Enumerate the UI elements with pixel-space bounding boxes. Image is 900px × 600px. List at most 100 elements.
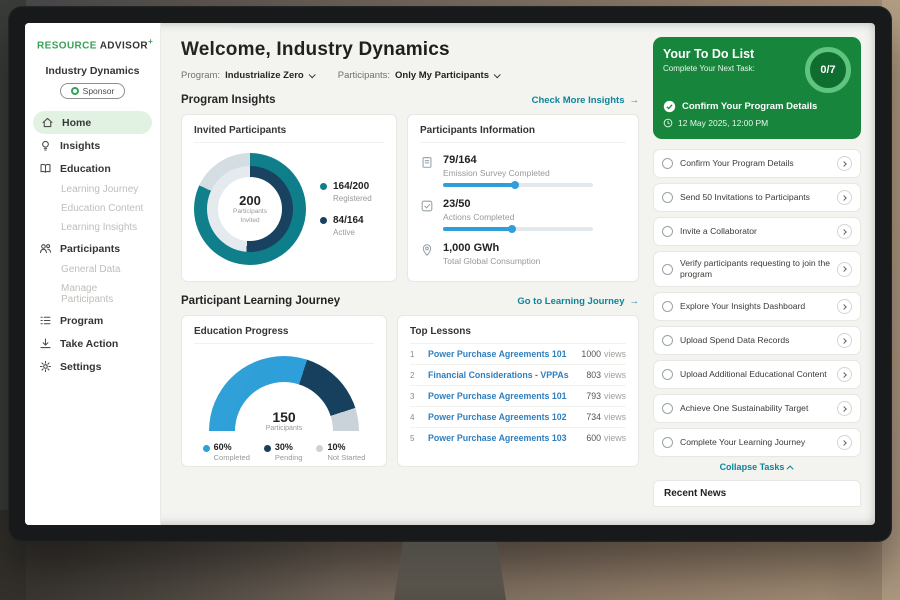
task-chevron-button[interactable] [837,156,852,171]
task-chevron-button[interactable] [837,333,852,348]
sidebar-item-manage-participants[interactable]: Manage Participants [25,279,160,309]
main-content: Welcome, Industry Dynamics Program: Indu… [161,23,651,525]
task-checkbox[interactable] [662,335,673,346]
gauge-legend: 60% Completed 30% Pending 10% Not Starte… [203,442,366,462]
sidebar-item-settings[interactable]: Settings [25,355,160,378]
sidebar-item-education-content[interactable]: Education Content [25,199,160,218]
clock-icon [663,118,673,128]
sidebar-item-insights[interactable]: Insights [25,134,160,157]
brand-secondary: ADVISOR [100,40,148,51]
legend-item-active: 84/164 Active [320,215,372,237]
dashboard-screen: RESOURCE ADVISOR+ Industry Dynamics Spon… [25,23,875,525]
sponsor-icon [71,87,79,95]
task-checkbox[interactable] [662,226,673,237]
collapse-tasks-link[interactable]: Collapse Tasks [653,462,861,472]
lesson-row: 3 Power Purchase Agreements 101 793views [410,386,626,407]
gear-icon [39,360,52,373]
lesson-link[interactable]: Power Purchase Agreements 103 [428,433,579,443]
legend-dot [264,445,271,452]
lesson-row: 1 Power Purchase Agreements 101 1000view… [410,344,626,365]
todo-summary-card: Your To Do List Complete Your Next Task:… [653,37,861,139]
sidebar: RESOURCE ADVISOR+ Industry Dynamics Spon… [25,23,161,525]
task-chevron-button[interactable] [837,401,852,416]
todo-next-task[interactable]: Confirm Your Program Details [663,100,851,113]
chevron-down-icon [308,71,315,78]
task-row-send-invitations[interactable]: Send 50 Invitations to Participants [653,183,861,212]
legend-item-pending: 30% Pending [264,442,303,462]
card-title: Participants Information [420,125,626,143]
sponsor-label: Sponsor [83,86,115,96]
sidebar-item-participants[interactable]: Participants [25,237,160,260]
sidebar-item-learning-insights[interactable]: Learning Insights [25,218,160,237]
legend-item-not-started: 10% Not Started [316,442,365,462]
section-title: Participant Learning Journey [181,295,340,307]
lesson-link[interactable]: Power Purchase Agreements 101 [428,391,579,401]
card-title: Education Progress [194,326,374,344]
chevron-right-icon [841,406,847,412]
participants-select[interactable]: Only My Participants [395,70,499,81]
legend-item-completed: 60% Completed [203,442,250,462]
task-checkbox[interactable] [662,192,673,203]
check-more-insights-link[interactable]: Check More Insights → [532,95,639,106]
task-row-complete-learning-journey[interactable]: Complete Your Learning Journey [653,428,861,457]
recent-news-header: Recent News [653,480,861,507]
lesson-link[interactable]: Financial Considerations - VPPAs [428,370,579,380]
task-chevron-button[interactable] [837,435,852,450]
task-checkbox[interactable] [662,369,673,380]
legend-dot [320,183,327,190]
legend-item-registered: 164/200 Registered [320,181,372,203]
brand-logo: RESOURCE ADVISOR+ [25,35,160,53]
education-progress-card: Education Progress 150 Participants 60% [181,315,387,467]
task-chevron-button[interactable] [837,190,852,205]
learning-journey-cards: Education Progress 150 Participants 60% [181,315,639,467]
chevron-right-icon [841,266,847,272]
sidebar-item-education[interactable]: Education [25,157,160,180]
invited-participants-card: Invited Participants 200 Participants In… [181,114,397,282]
task-checkbox[interactable] [662,301,673,312]
task-row-invite-collaborator[interactable]: Invite a Collaborator [653,217,861,246]
education-progress-gauge-chart: 150 Participants [209,356,359,432]
program-select[interactable]: Industrialize Zero [225,70,314,81]
lesson-link[interactable]: Power Purchase Agreements 102 [428,412,579,422]
sidebar-item-program[interactable]: Program [25,309,160,332]
sidebar-item-home[interactable]: Home [33,111,152,134]
people-icon [39,242,52,255]
task-chevron-button[interactable] [837,262,852,277]
sidebar-nav: Home Insights Education Learning Journey… [25,111,160,378]
download-icon [39,337,52,350]
task-checkbox[interactable] [662,403,673,414]
card-title: Top Lessons [410,326,626,344]
task-row-upload-spend-data[interactable]: Upload Spend Data Records [653,326,861,355]
section-title: Program Insights [181,94,276,106]
sidebar-item-learning-journey[interactable]: Learning Journey [25,180,160,199]
donut-center-value: 200 [239,193,261,208]
todo-title: Your To Do List [663,47,755,61]
chevron-down-icon [494,71,501,78]
task-chevron-button[interactable] [837,299,852,314]
task-row-achieve-sustainability-target[interactable]: Achieve One Sustainability Target [653,394,861,423]
chevron-right-icon [841,440,847,446]
todo-panel: Your To Do List Complete Your Next Task:… [651,23,875,525]
task-chevron-button[interactable] [837,224,852,239]
task-chevron-button[interactable] [837,367,852,382]
stat-global-consumption: 1,000 GWh Total Global Consumption [420,242,626,266]
task-checkbox[interactable] [662,437,673,448]
lesson-link[interactable]: Power Purchase Agreements 101 [428,349,574,359]
task-row-confirm-program[interactable]: Confirm Your Program Details [653,149,861,178]
emission-survey-progress-bar [443,183,593,187]
sidebar-item-take-action[interactable]: Take Action [25,332,160,355]
todo-subtitle: Complete Your Next Task: [663,64,755,73]
program-insights-cards: Invited Participants 200 Participants In… [181,114,639,282]
go-to-learning-journey-link[interactable]: Go to Learning Journey → [517,296,639,307]
task-row-verify-participants[interactable]: Verify participants requesting to join t… [653,251,861,287]
task-row-explore-insights[interactable]: Explore Your Insights Dashboard [653,292,861,321]
chevron-right-icon [841,161,847,167]
task-checkbox[interactable] [662,264,673,275]
task-row-upload-educational-content[interactable]: Upload Additional Educational Content [653,360,861,389]
gauge-center-value: 150 [209,409,359,425]
legend-dot [203,445,210,452]
task-checkbox[interactable] [662,158,673,169]
arrow-right-icon: → [630,95,640,106]
chevron-right-icon [841,338,847,344]
sidebar-item-general-data[interactable]: General Data [25,260,160,279]
